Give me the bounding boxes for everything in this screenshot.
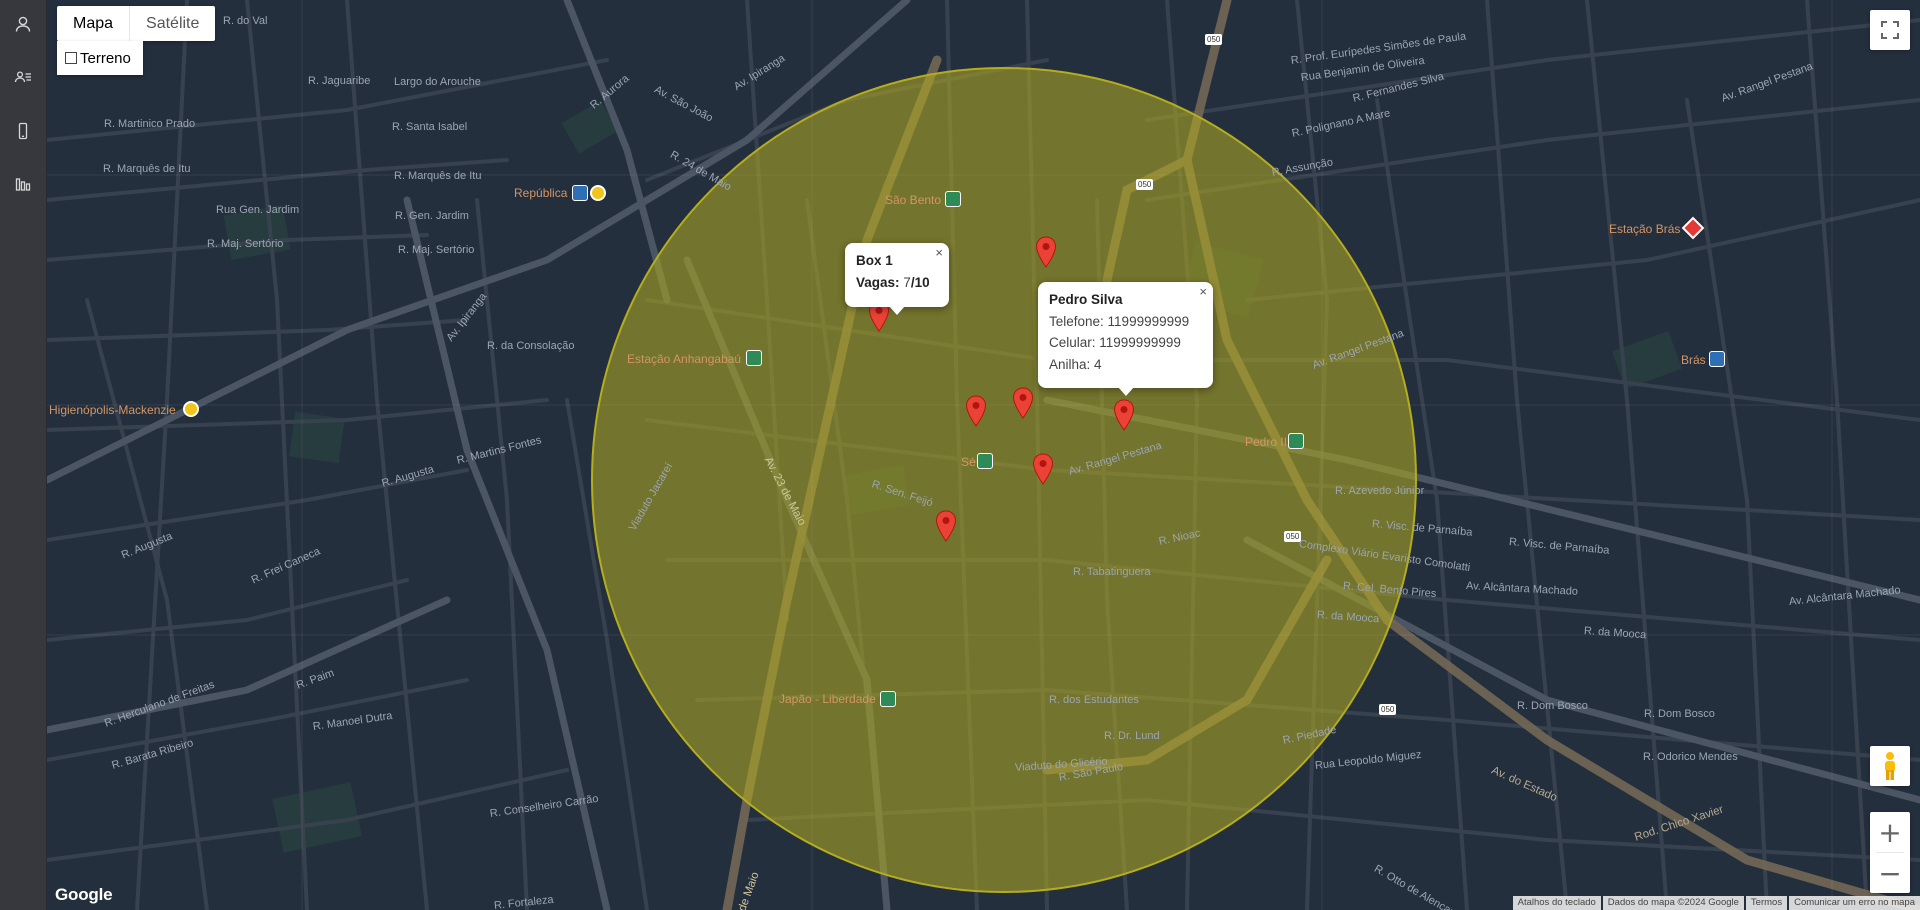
attribution-bar: Atalhos do teclado Dados do mapa ©2024 G… [1511, 896, 1920, 910]
sidebar-item-phone[interactable] [11, 119, 35, 143]
sidebar-item-user[interactable] [11, 12, 35, 36]
app-root: 050 050 050 050 República São Bento Esta… [0, 0, 1920, 910]
vagas-total: 10 [914, 274, 930, 290]
metro-icon [572, 185, 588, 201]
vagas-label: Vagas: [856, 274, 900, 290]
contacts-list-icon [14, 71, 31, 83]
info-window-person: × Pedro Silva Telefone: 11999999999 Celu… [1038, 282, 1213, 396]
google-logo[interactable]: Google [55, 885, 113, 905]
metro-icon [1288, 433, 1304, 449]
train-icon [590, 185, 606, 201]
box-title: Box 1 [856, 253, 893, 268]
sidebar [0, 0, 47, 910]
pegman-icon [1885, 752, 1895, 780]
map-marker[interactable] [1035, 236, 1057, 268]
map-marker[interactable] [1012, 387, 1034, 419]
map-type-map-button[interactable]: Mapa [57, 6, 129, 41]
person-phone: Telefone: 11999999999 [1049, 313, 1190, 329]
metro-icon [880, 691, 896, 707]
phone-icon [18, 122, 28, 140]
vagas-used: 7 [903, 274, 911, 290]
metro-icon [945, 191, 961, 207]
info-window-box: × Box 1 Vagas: 7/10 [845, 243, 949, 315]
zoom-control: + − [1870, 812, 1910, 893]
metro-icon [746, 350, 762, 366]
user-icon [15, 16, 31, 32]
info-window-close-button[interactable]: × [935, 245, 943, 260]
person-ring: Anilha: 4 [1049, 356, 1102, 372]
person-name: Pedro Silva [1049, 292, 1123, 307]
metro-icon [977, 453, 993, 469]
info-window-close-button[interactable]: × [1199, 284, 1207, 299]
map-canvas[interactable]: 050 050 050 050 República São Bento Esta… [47, 0, 1920, 910]
fullscreen-button[interactable] [1870, 10, 1910, 50]
person-mobile: Celular: 11999999999 [1049, 335, 1181, 350]
terrain-label: Terreno [80, 49, 131, 67]
sidebar-item-reports[interactable] [11, 172, 35, 196]
map-marker[interactable] [935, 510, 957, 542]
map-data-text: Dados do mapa ©2024 Google [1602, 896, 1744, 910]
checkbox-icon[interactable] [65, 52, 77, 64]
map-type-satellite-button[interactable]: Satélite [129, 6, 215, 41]
train-icon [183, 401, 199, 417]
sidebar-item-contacts[interactable] [11, 65, 35, 89]
terrain-toggle[interactable]: Terreno [57, 41, 143, 75]
keyboard-shortcuts-link[interactable]: Atalhos do teclado [1512, 896, 1601, 910]
zoom-out-button[interactable]: − [1870, 853, 1910, 893]
map-marker[interactable] [1113, 399, 1135, 431]
map-marker[interactable] [965, 395, 987, 427]
map-marker[interactable] [1032, 453, 1054, 485]
metro-icon [1709, 351, 1725, 367]
street-view-button[interactable] [1870, 746, 1910, 786]
chart-icon [15, 178, 31, 191]
map-type-control: Mapa Satélite [57, 6, 216, 41]
fullscreen-icon [1881, 21, 1899, 39]
terms-link[interactable]: Termos [1745, 896, 1788, 910]
zoom-in-button[interactable]: + [1870, 812, 1910, 852]
report-error-link[interactable]: Comunicar um erro no mapa [1789, 896, 1920, 910]
